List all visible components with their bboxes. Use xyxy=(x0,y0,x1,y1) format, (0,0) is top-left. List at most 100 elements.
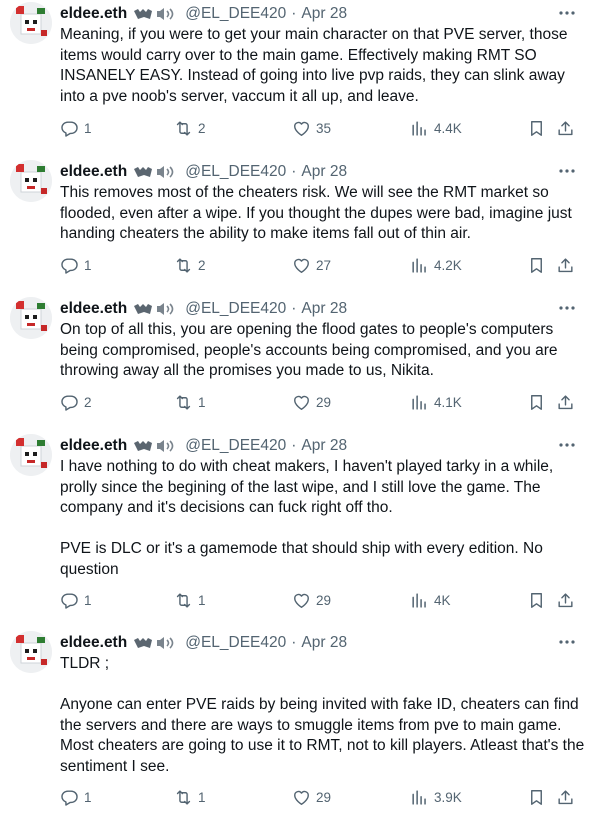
tweet-text: Meaning, if you were to get your main ch… xyxy=(60,25,590,107)
views-bar-chart-icon xyxy=(412,120,426,136)
reply-bubble-icon xyxy=(61,120,78,137)
tweet[interactable]: eldee.eth @EL_DEE420 · Apr 28 Meaning, i… xyxy=(0,0,596,140)
avatar[interactable] xyxy=(10,434,52,476)
views-button[interactable]: 4.1K xyxy=(410,392,462,412)
display-name[interactable]: eldee.eth xyxy=(60,163,127,181)
reply-button[interactable]: 2 xyxy=(60,392,92,412)
reply-button[interactable]: 1 xyxy=(60,255,92,275)
like-button[interactable]: 35 xyxy=(292,118,331,138)
share-upload-icon xyxy=(558,120,573,135)
action-bar: 1 2 27 4.2K xyxy=(60,255,580,275)
separator-dot: · xyxy=(291,634,297,651)
more-dots-icon[interactable] xyxy=(558,4,576,22)
tweet[interactable]: eldee.eth @EL_DEE420 · Apr 28 TLDR ; Any… xyxy=(0,629,596,816)
tweet-header: eldee.eth @EL_DEE420 · Apr 28 xyxy=(60,435,347,457)
more-dots-icon[interactable] xyxy=(558,299,576,317)
repost-button[interactable]: 1 xyxy=(174,392,206,412)
share-button[interactable] xyxy=(556,392,575,412)
share-button[interactable] xyxy=(556,787,575,807)
repost-button[interactable]: 2 xyxy=(174,255,206,275)
repost-arrows-icon xyxy=(176,789,191,805)
action-bar: 1 1 29 3.9K xyxy=(60,787,580,807)
repost-button[interactable]: 2 xyxy=(174,118,206,138)
reply-bubble-icon xyxy=(61,592,78,609)
bat-speaker-emoji-icon xyxy=(133,438,179,454)
like-count: 29 xyxy=(316,789,332,805)
share-button[interactable] xyxy=(556,590,575,610)
user-handle[interactable]: @EL_DEE420 xyxy=(185,300,286,318)
like-button[interactable]: 29 xyxy=(292,392,331,412)
share-button[interactable] xyxy=(556,255,575,275)
share-upload-icon xyxy=(558,394,573,409)
timestamp[interactable]: Apr 28 xyxy=(301,300,347,318)
pixel-ghost-avatar-icon xyxy=(10,160,52,202)
action-bar: 2 1 29 4.1K xyxy=(60,392,580,412)
avatar[interactable] xyxy=(10,297,52,339)
bookmark-button[interactable] xyxy=(527,118,546,138)
share-upload-icon xyxy=(558,592,573,607)
reply-button[interactable]: 1 xyxy=(60,590,92,610)
timestamp[interactable]: Apr 28 xyxy=(301,5,347,23)
reply-bubble-icon xyxy=(61,257,78,274)
reply-button[interactable]: 1 xyxy=(60,118,92,138)
tweet-header: eldee.eth @EL_DEE420 · Apr 28 xyxy=(60,3,347,25)
repost-button[interactable]: 1 xyxy=(174,590,206,610)
user-handle[interactable]: @EL_DEE420 xyxy=(185,437,286,455)
bookmark-button[interactable] xyxy=(527,590,546,610)
reply-count: 2 xyxy=(84,394,92,410)
avatar[interactable] xyxy=(10,631,52,673)
views-button[interactable]: 4K xyxy=(410,590,451,610)
view-count: 4.4K xyxy=(434,120,462,136)
tweet-text-content: TLDR ; Anyone can enter PVE raids by bei… xyxy=(60,655,585,775)
view-count: 4.1K xyxy=(434,394,462,410)
pixel-ghost-avatar-icon xyxy=(10,434,52,476)
views-bar-chart-icon xyxy=(412,592,426,608)
views-button[interactable]: 4.2K xyxy=(410,255,462,275)
like-button[interactable]: 29 xyxy=(292,590,331,610)
view-count: 4K xyxy=(434,592,451,608)
repost-count: 2 xyxy=(198,120,206,136)
views-bar-chart-icon xyxy=(412,394,426,410)
display-name[interactable]: eldee.eth xyxy=(60,5,127,23)
bookmark-button[interactable] xyxy=(527,392,546,412)
display-name[interactable]: eldee.eth xyxy=(60,300,127,318)
more-dots-icon[interactable] xyxy=(558,436,576,454)
separator-dot: · xyxy=(291,163,297,180)
share-button[interactable] xyxy=(556,118,575,138)
tweet[interactable]: eldee.eth @EL_DEE420 · Apr 28 This remov… xyxy=(0,158,596,278)
reply-count: 1 xyxy=(84,257,92,273)
views-button[interactable]: 3.9K xyxy=(410,787,462,807)
tweet[interactable]: eldee.eth @EL_DEE420 · Apr 28 On top of … xyxy=(0,295,596,415)
more-dots-icon[interactable] xyxy=(558,162,576,180)
user-handle[interactable]: @EL_DEE420 xyxy=(185,163,286,181)
separator-dot: · xyxy=(291,437,297,454)
heart-icon xyxy=(294,790,309,805)
timestamp[interactable]: Apr 28 xyxy=(301,437,347,455)
tweet-header: eldee.eth @EL_DEE420 · Apr 28 xyxy=(60,161,347,183)
timestamp[interactable]: Apr 28 xyxy=(301,163,347,181)
like-count: 29 xyxy=(316,394,332,410)
display-name[interactable]: eldee.eth xyxy=(60,634,127,652)
user-handle[interactable]: @EL_DEE420 xyxy=(185,5,286,23)
repost-arrows-icon xyxy=(176,394,191,410)
like-count: 29 xyxy=(316,592,332,608)
views-bar-chart-icon xyxy=(412,257,426,273)
timestamp[interactable]: Apr 28 xyxy=(301,634,347,652)
repost-count: 2 xyxy=(198,257,206,273)
bookmark-icon xyxy=(531,592,542,608)
tweet[interactable]: eldee.eth @EL_DEE420 · Apr 28 I have not… xyxy=(0,432,596,612)
display-name[interactable]: eldee.eth xyxy=(60,437,127,455)
like-button[interactable]: 27 xyxy=(292,255,331,275)
action-bar: 1 2 35 4.4K xyxy=(60,118,580,138)
user-handle[interactable]: @EL_DEE420 xyxy=(185,634,286,652)
heart-icon xyxy=(294,258,309,273)
views-button[interactable]: 4.4K xyxy=(410,118,462,138)
avatar[interactable] xyxy=(10,160,52,202)
bookmark-button[interactable] xyxy=(527,255,546,275)
repost-button[interactable]: 1 xyxy=(174,787,206,807)
more-dots-icon[interactable] xyxy=(558,633,576,651)
like-button[interactable]: 29 xyxy=(292,787,331,807)
avatar[interactable] xyxy=(10,2,52,44)
bookmark-button[interactable] xyxy=(527,787,546,807)
reply-button[interactable]: 1 xyxy=(60,787,92,807)
